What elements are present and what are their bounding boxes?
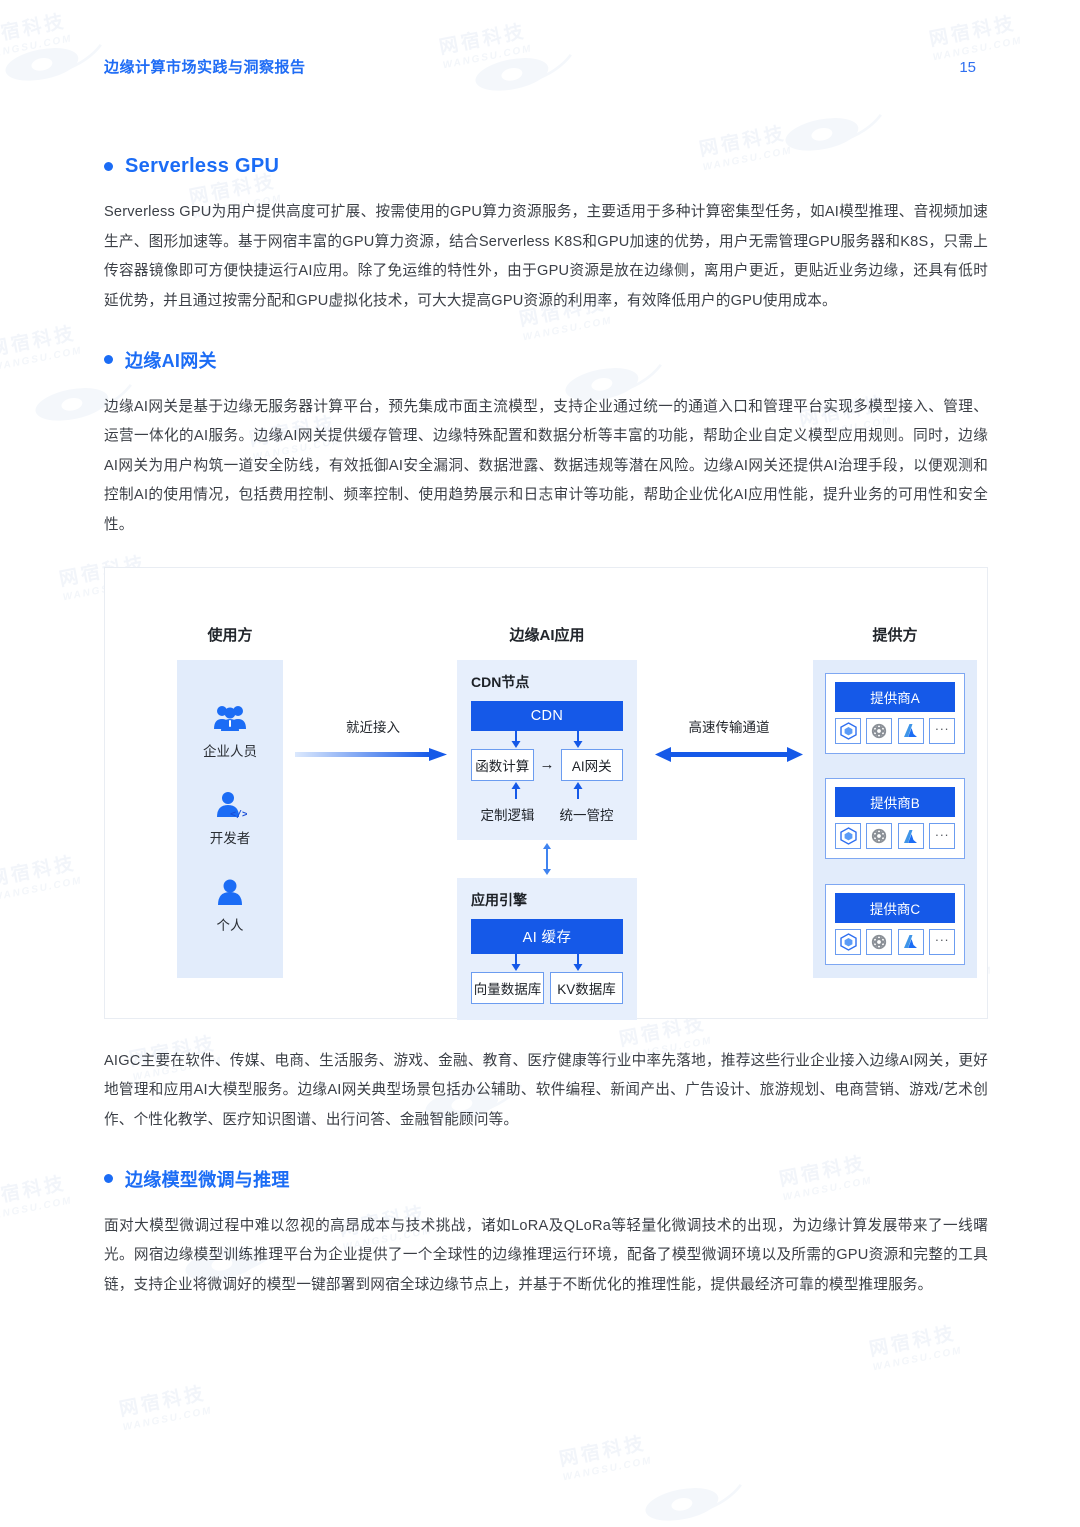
flow-nearest-access: 就近接入 [295,716,451,768]
edge-ai-app-column: CDN节点 CDN 函数计算 → AI网关 定制逻辑 统一管控 应用引擎 AI … [457,659,637,1020]
provider-name: 提供商C [835,892,955,923]
cdn-down-arrows [471,730,623,749]
more-ellipsis-icon[interactable]: ··· [928,717,955,744]
ellipsis-label: ··· [934,932,950,948]
arrow-bidirectional-horizontal-icon [655,746,803,762]
paragraph-edge-model-finetune: 面对大模型微调过程中难以忽视的高昂成本与技术挑战，诸如LoRA及QLoRa等轻量… [104,1217,988,1293]
provider-card-b[interactable]: 提供商B ··· [825,778,965,860]
cdn-node-boxes: 函数计算 → AI网关 [471,748,623,781]
openai-swirl-icon[interactable] [866,928,893,955]
box-kv-database[interactable]: KV数据库 [550,971,623,1004]
app-engine-boxes: 向量数据库 KV数据库 [471,971,623,1004]
providers-panel: 提供商A ··· 提供商B ··· 提供商C ··· [813,659,977,978]
users-panel: 企业人员 </> 开发者 个人 [177,659,283,978]
ellipsis-label: ··· [934,826,950,842]
box-ai-gateway[interactable]: AI网关 [560,748,623,781]
provider-card-c[interactable]: 提供商C ··· [825,883,965,965]
openai-swirl-icon[interactable] [866,823,893,850]
ai-cache-bar: AI 缓存 [471,918,623,954]
cube-model-icon[interactable] [835,717,861,744]
paragraph-edge-ai-gateway: 边缘AI网关是基于边缘无服务器计算平台，预先集成市面主流模型，支持企业通过统一的… [104,398,988,534]
bullet-dot-icon [104,162,113,171]
flow-high-speed-channel: 高速传输通道 [653,716,805,768]
azure-a-icon[interactable] [897,928,924,955]
section-title-text: Serverless GPU [125,155,280,177]
app-engine-panel: 应用引擎 AI 缓存 向量数据库 KV数据库 [457,877,637,1020]
section-heading-serverless-gpu: Serverless GPU [104,155,988,178]
paragraph-serverless-gpu: Serverless GPU为用户提供高度可扩展、按需使用的GPU算力资源服务，… [104,204,988,309]
column-title-providers: 提供方 [872,626,918,644]
provider-card-a[interactable]: 提供商A ··· [825,672,965,754]
section-title-text: 边缘AI网关 [125,350,217,371]
bullet-dot-icon [104,355,113,364]
report-title: 边缘计算市场实践与洞察报告 [104,59,306,76]
cube-model-icon[interactable] [835,928,861,955]
arrow-down-icon [573,730,583,748]
app-engine-down-arrows [471,953,623,972]
section-heading-edge-model-finetune: 边缘模型微调与推理 [104,1166,988,1192]
arrow-down-icon [573,953,583,971]
user-type-enterprise: 企业人员 [203,703,257,760]
azure-a-icon[interactable] [897,717,924,744]
provider-name: 提供商B [835,787,955,818]
page-header: 边缘计算市场实践与洞察报告 15 [104,56,976,77]
cdn-node-panel: CDN节点 CDN 函数计算 → AI网关 定制逻辑 统一管控 [457,659,637,840]
developer-code-icon: </> [217,792,247,820]
arrow-up-icon [573,781,583,799]
section-heading-edge-ai-gateway: 边缘AI网关 [104,347,988,373]
arrow-down-icon [511,953,521,971]
group-users-icon [214,706,246,732]
page-number: 15 [959,59,976,76]
provider-model-icons: ··· [835,928,955,955]
provider-model-icons: ··· [835,717,955,744]
arrow-down-icon [511,730,521,748]
openai-swirl-icon[interactable] [866,717,893,744]
flow-label-nearest-access: 就近接入 [346,719,400,735]
cube-model-icon[interactable] [835,823,861,850]
label-unified-control: 统一管控 [559,807,614,823]
provider-name: 提供商A [835,681,955,712]
cdn-bar: CDN [471,700,623,731]
ellipsis-label: ··· [934,721,950,737]
more-ellipsis-icon[interactable]: ··· [928,928,955,955]
arrow-right-icon: → [539,756,555,774]
column-title-users: 使用方 [207,626,253,644]
flow-label-high-speed-channel: 高速传输通道 [688,719,770,735]
page-content: Serverless GPU Serverless GPU为用户提供高度可扩展、… [104,155,988,1330]
box-function-compute[interactable]: 函数计算 [471,748,534,781]
box-vector-database[interactable]: 向量数据库 [471,971,544,1004]
user-type-label: 开发者 [209,831,251,847]
azure-a-icon[interactable] [897,823,924,850]
cdn-up-arrows [471,781,623,799]
arrow-up-icon [511,781,521,799]
more-ellipsis-icon[interactable]: ··· [928,823,955,850]
cdn-node-title: CDN节点 [471,673,530,690]
user-type-developer: </> 开发者 [209,790,251,847]
edge-ai-architecture-diagram: 使用方 边缘AI应用 提供方 企业人员 </> 开发者 个人 就近接入 CDN节… [104,566,988,1020]
column-title-app: 边缘AI应用 [509,626,585,644]
section-title-text: 边缘模型微调与推理 [125,1169,290,1190]
arrow-bidirectional-vertical-icon [543,842,551,875]
arrow-right-gradient-icon [295,747,447,761]
app-engine-title: 应用引擎 [471,891,527,908]
paragraph-aigc-industries: AIGC主要在软件、传媒、电商、生活服务、游戏、金融、教育、医疗健康等行业中率先… [104,1052,988,1128]
user-type-individual: 个人 [213,877,247,934]
user-type-label: 个人 [216,917,244,933]
provider-model-icons: ··· [835,823,955,850]
panel-link-connector [457,840,637,878]
bullet-dot-icon [104,1174,113,1183]
label-custom-logic: 定制逻辑 [480,807,535,823]
user-type-label: 企业人员 [203,744,257,760]
single-user-icon [218,879,242,905]
document-page: 边缘计算市场实践与洞察报告 15 Serverless GPU Serverle… [0,0,1080,1527]
svg-text:</>: </> [230,809,247,820]
cdn-sub-labels: 定制逻辑 统一管控 [471,804,623,824]
